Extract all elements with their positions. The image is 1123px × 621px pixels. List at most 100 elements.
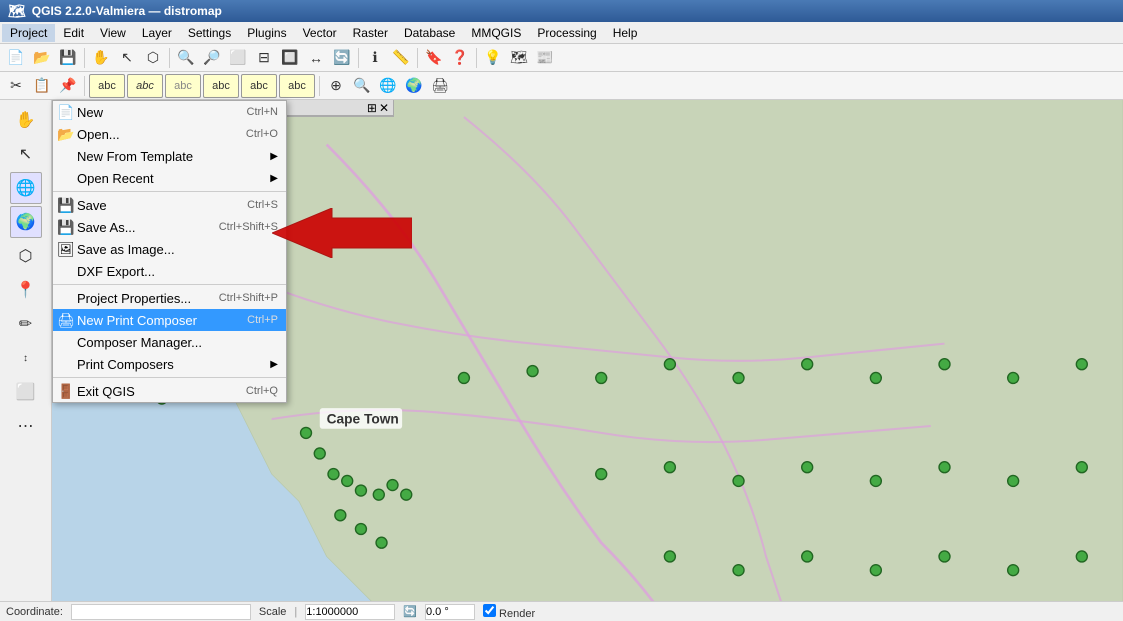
globe-btn2[interactable]: 🌍 [402,74,426,98]
label-btn-1[interactable]: abc [89,74,125,98]
sep-2 [53,284,286,285]
scale-input[interactable] [305,604,395,620]
save-icon: 💾 [57,197,74,214]
pan-btn[interactable]: ✋ [89,46,113,70]
left-shape-btn[interactable]: ⬜ [10,376,42,408]
left-pan-btn[interactable]: ✋ [10,104,42,136]
print-btn[interactable]: 🖨 [428,74,452,98]
render-checkbox[interactable] [483,604,496,617]
zoom-in-btn[interactable]: 🔍 [174,46,198,70]
menu-raster[interactable]: Raster [345,24,396,42]
globe-btn1[interactable]: 🌐 [376,74,400,98]
new-from-template-label: New From Template [77,149,193,164]
zoom-layer-btn[interactable]: ⊟ [252,46,276,70]
menu-item-save-as-image[interactable]: 🖼 Save as Image... [53,238,286,260]
tb-sep-2 [169,48,170,68]
zoom-full-btn[interactable]: ⬜ [226,46,250,70]
exit-shortcut: Ctrl+Q [226,385,278,397]
menu-settings[interactable]: Settings [180,24,239,42]
help-btn[interactable]: ❓ [448,46,472,70]
menu-view[interactable]: View [92,24,134,42]
left-globe-btn2[interactable]: 🌍 [10,206,42,238]
save-image-icon: 🖼 [57,241,75,258]
svg-text:Cape Town: Cape Town [327,411,399,426]
tb-sep2-1 [84,76,85,96]
save-project-btn[interactable]: 💾 [56,46,80,70]
panel-close-btn[interactable]: ✕ [379,101,389,115]
panel-maximize-btn[interactable]: ⊞ [367,101,377,115]
project-props-label: Project Properties... [77,291,191,306]
open-icon: 📂 [57,126,74,143]
save-label: Save [77,198,107,213]
label-btn-3[interactable]: abc [165,74,201,98]
menu-item-new-from-template[interactable]: New From Template ▶ [53,145,286,167]
menu-item-composer-manager[interactable]: Composer Manager... [53,331,286,353]
compose-btn[interactable]: 📰 [533,46,557,70]
menu-item-project-props[interactable]: Project Properties... Ctrl+Shift+P [53,287,286,309]
menu-edit[interactable]: Edit [55,24,92,42]
menu-project[interactable]: Project [2,24,55,42]
left-edit-btn[interactable]: ✏ [10,308,42,340]
sep-1 [53,191,286,192]
left-dots-btn[interactable]: ⋯ [10,410,42,442]
menu-item-save-as[interactable]: 💾 Save As... Ctrl+Shift+S [53,216,286,238]
map-container: Layers ⊞ ✕ [52,100,1123,601]
search-btn[interactable]: 🔍 [350,74,374,98]
menu-item-open-recent[interactable]: Open Recent ▶ [53,167,286,189]
left-arrow-btn[interactable]: ↖ [10,138,42,170]
menu-vector[interactable]: Vector [295,24,345,42]
label-btn-4[interactable]: abc [203,74,239,98]
save-as-shortcut: Ctrl+Shift+S [199,221,278,233]
pan-map-btn[interactable]: ↔ [304,46,328,70]
menu-item-open[interactable]: 📂 Open... Ctrl+O [53,123,286,145]
rotation-label: 🔄 [403,605,417,618]
menu-item-exit[interactable]: 🚪 Exit QGIS Ctrl+Q [53,380,286,402]
menu-item-new-print-composer[interactable]: 🖨 New Print Composer Ctrl+P [53,309,286,331]
zoom-out-btn[interactable]: 🔎 [200,46,224,70]
label-btn-6[interactable]: abc [279,74,315,98]
bookmark-btn[interactable]: 🔖 [422,46,446,70]
menu-item-new[interactable]: 📄 New Ctrl+N [53,101,286,123]
tb-sep-5 [476,48,477,68]
left-globe-btn1[interactable]: 🌐 [10,172,42,204]
label-btn-2[interactable]: abc [127,74,163,98]
identify-btn[interactable]: ℹ [363,46,387,70]
new-project-btn[interactable]: 📄 [4,46,28,70]
menu-help[interactable]: Help [605,24,646,42]
left-pin-btn[interactable]: 📍 [10,274,42,306]
menu-layer[interactable]: Layer [134,24,180,42]
menubar: Project Edit View Layer Settings Plugins… [0,22,1123,44]
cut-btn[interactable]: ✂ [4,74,28,98]
zoom-select-btn[interactable]: 🔲 [278,46,302,70]
select-btn[interactable]: ⬡ [141,46,165,70]
menu-mmqgis[interactable]: MMQGIS [463,24,529,42]
exit-icon: 🚪 [57,383,74,400]
dxf-export-label: DXF Export... [77,264,155,279]
paste-btn[interactable]: 📌 [56,74,80,98]
coord-input[interactable] [71,604,251,620]
menu-item-dxf-export[interactable]: DXF Export... [53,260,286,282]
left-arrow-down-btn[interactable]: ↕ [10,342,42,374]
menu-plugins[interactable]: Plugins [239,24,294,42]
statusbar: Coordinate: Scale | 🔄 Render [0,601,1123,621]
menu-processing[interactable]: Processing [529,24,604,42]
exit-label: Exit QGIS [77,384,135,399]
menu-database[interactable]: Database [396,24,463,42]
measure-btn[interactable]: 📏 [389,46,413,70]
cursor-btn[interactable]: ↖ [115,46,139,70]
left-vector-btn[interactable]: ⬡ [10,240,42,272]
composer-manager-label: Composer Manager... [77,335,202,350]
menu-item-save[interactable]: 💾 Save Ctrl+S [53,194,286,216]
refresh-btn[interactable]: 🔄 [330,46,354,70]
copy-btn[interactable]: 📋 [30,74,54,98]
open-project-btn[interactable]: 📂 [30,46,54,70]
rotation-input[interactable] [425,604,475,620]
menu-item-print-composers[interactable]: Print Composers ▶ [53,353,286,375]
digitize-btn[interactable]: ⊕ [324,74,348,98]
window-title: QGIS 2.2.0-Valmiera — distromap [32,4,222,18]
print-composer-shortcut: Ctrl+P [227,314,278,326]
about-btn[interactable]: 🗺 [507,46,531,70]
tips-btn[interactable]: 💡 [481,46,505,70]
label-btn-5[interactable]: abc [241,74,277,98]
open-recent-label: Open Recent [77,171,154,186]
